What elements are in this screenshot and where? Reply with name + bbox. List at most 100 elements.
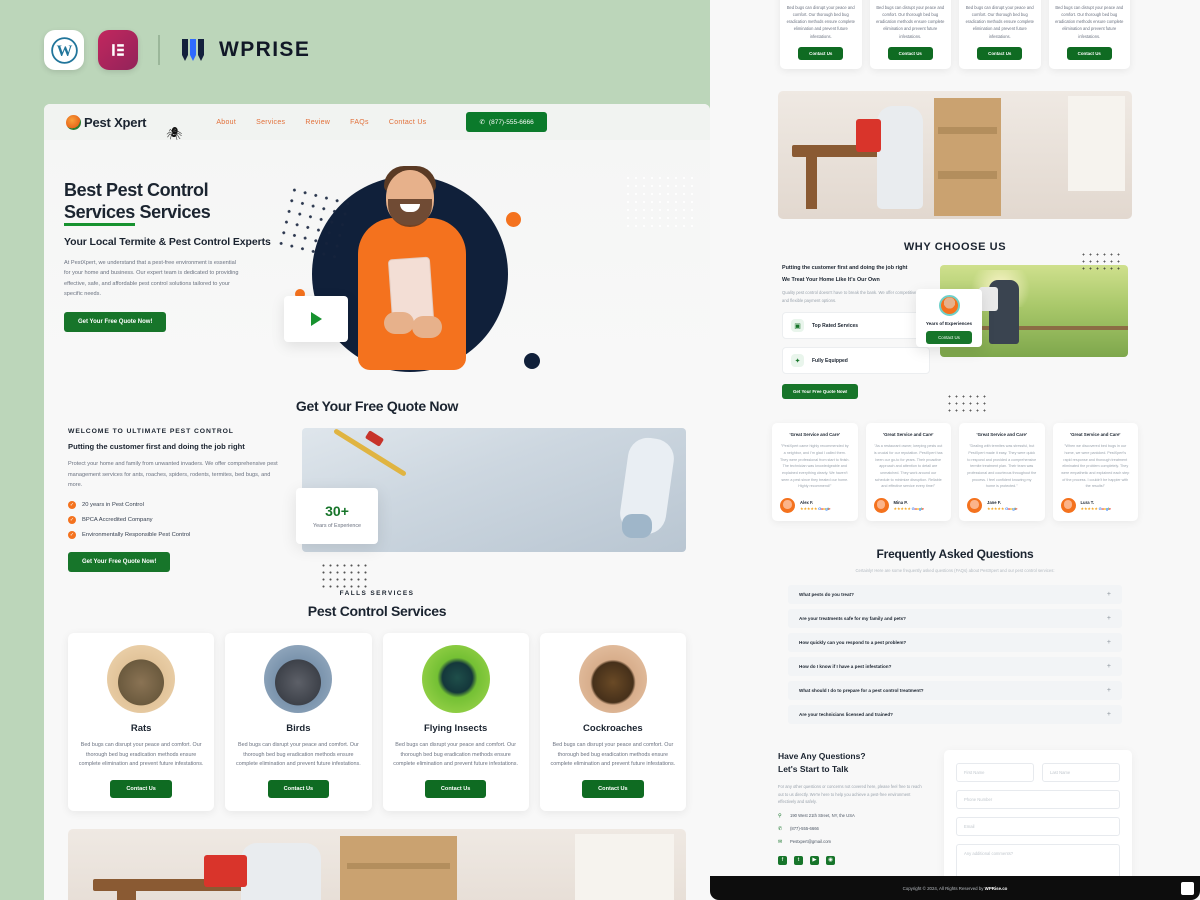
faq-item[interactable]: What pests do you treat? + [788,585,1122,605]
contact-address-row: ⚲ 190 West 21th Street, NY, the USA [778,813,928,819]
quote-subhead: Putting the customer first and doing the… [68,442,245,451]
faq-item[interactable]: Are your technicians licensed and traine… [788,705,1122,725]
hero-copy: Best Pest Control Services Services Your… [64,166,274,380]
contact-title-line2: Let's Start to Talk [778,763,849,774]
faq-item[interactable]: How quickly can you respond to a pest pr… [788,633,1122,653]
service-card-text: Bed bugs can disrupt your peace and comf… [78,741,204,768]
service-contact-button[interactable]: Contact Us [798,46,844,60]
avatar [1060,497,1076,513]
design-preview-right: Rats Bed bugs can disrupt your peace and… [710,0,1200,900]
service-card-cockroaches[interactable]: Cockroaches Bed bugs can disrupt your pe… [1048,0,1130,69]
service-card-text: Bed bugs can disrupt your peace and comf… [786,5,855,39]
header-phone-number: (877)-555-6666 [488,118,534,126]
quote-section-title: Get Your Free Quote Now [295,398,459,414]
brand-bar: W WPRISE [44,30,310,70]
why-choose-us-title: WHY CHOOSE US [903,240,1007,253]
faq-item[interactable]: Are your treatments safe for my family a… [788,609,1122,629]
check-icon: ✓ [68,530,76,539]
scroll-to-top-button[interactable] [1181,882,1194,895]
service-card-text: Bed bugs can disrupt your peace and comf… [393,741,518,768]
testimonial-body: "As a restaurant owner, keeping pests ou… [873,444,943,489]
nav-item-review[interactable]: Review [305,119,330,126]
why-copy: Putting the customer first and doing the… [782,265,930,400]
hero-title-line1: Best Pest Control [64,180,209,200]
contact-address: 190 West 21th Street, NY, the USA [790,813,855,819]
service-contact-button[interactable]: Contact Us [267,780,330,799]
quote-section: Get Your Free Quote Now WELCOME TO ULTIM… [44,380,710,590]
list-item: ✓ 20 years in Pest Control [68,500,286,509]
why-feature-fully-equipped: ✦ Fully Equipped [782,347,930,375]
service-card-flying-insects[interactable]: Flying Insects Bed bugs can disrupt your… [382,632,529,812]
contact-email-row[interactable]: ✉ Pestxpert@gmail.com [778,839,928,845]
avatar [873,497,889,513]
header-phone-button[interactable]: ✆ (877)-555-6666 [466,112,547,132]
service-contact-button[interactable]: Contact Us [887,46,933,60]
faq-item[interactable]: What should I do to prepare for a pest c… [788,681,1122,701]
contact-title: Have Any Questions? Let's Start to Talk [778,750,928,775]
footer-copyright: Copyright © 2024, All Rights Reserved by… [903,886,1008,891]
service-card-birds[interactable]: Birds Bed bugs can disrupt your peace an… [225,632,372,812]
faq-question: Are your treatments safe for my family a… [799,616,906,622]
avatar [938,294,960,316]
hero-section: Best Pest Control Services Services Your… [44,140,710,380]
social-links: f t ▶ ◉ [778,855,928,865]
youtube-icon[interactable]: ▶ [810,855,819,865]
nav-item-faqs[interactable]: FAQs [350,119,369,126]
hero-cta-button[interactable]: Get Your Free Quote Now! [64,312,167,333]
nav-item-services[interactable]: Services [256,119,285,126]
check-icon: ✓ [68,515,76,524]
twitter-icon[interactable]: t [794,855,803,865]
service-card-birds[interactable]: Birds Bed bugs can disrupt your peace an… [869,0,951,69]
service-card-text: Bed bugs can disrupt your peace and comf… [876,5,945,39]
nav-item-contact-us[interactable]: Contact Us [389,119,427,126]
room-shelf [933,98,1001,217]
last-name-input[interactable]: Last Name [1042,763,1120,783]
experience-badge: 30+ Years of Experience [296,488,378,544]
person-hand-left [384,312,414,334]
photo-glove [622,514,652,538]
wprise-mark-icon [180,35,210,65]
star-rating: ★★★★★ [800,505,818,511]
service-card-flying-insects[interactable]: Flying Insects Bed bugs can disrupt your… [959,0,1041,69]
tick-label: BPCA Accredited Company [82,516,153,523]
services-card-list: Rats Bed bugs can disrupt your peace and… [44,632,710,812]
phone-number-input[interactable]: Phone Number [956,790,1120,810]
why-card-contact-button[interactable]: Contact Us [926,330,972,344]
quote-cta-button[interactable]: Get Your Free Quote Now! [68,551,171,572]
service-card-text: Bed bugs can disrupt your peace and comf… [550,741,676,768]
service-card-rats[interactable]: Rats Bed bugs can disrupt your peace and… [68,632,215,812]
google-logo-icon: Google [911,505,924,511]
email-input[interactable]: Email [956,817,1120,837]
instagram-icon[interactable]: ◉ [826,855,835,865]
service-contact-button[interactable]: Contact Us [977,46,1023,60]
room-worker [241,843,322,900]
brand-divider [158,35,160,65]
contact-phone-row[interactable]: ✆ (877)-555-6666 [778,826,928,832]
room-spray-tank [203,855,248,887]
list-item: ✓ BPCA Accredited Company [68,515,286,524]
google-logo-icon: Google [1005,505,1018,511]
site-logo[interactable]: Pest Xpert [66,114,147,130]
testimonial-body: "Dealing with termites was stressful, bu… [967,444,1037,489]
footer-copyright-text: Copyright © 2024, All Rights Reserved by [902,885,985,891]
pest-logo-icon [66,114,81,130]
wordpress-icon: W [44,30,84,70]
nav-item-about[interactable]: About [216,119,236,126]
why-cta-button[interactable]: Get Your Free Quote Now! [782,384,859,400]
testimonial-heading: 'Great Service and Care' [883,432,934,438]
service-contact-button[interactable]: Contact Us [1066,46,1112,60]
google-logo-icon: Google [818,505,831,511]
faq-item[interactable]: How do I know if I have a pest infestati… [788,657,1122,677]
first-name-input[interactable]: First Name [956,763,1034,783]
hero-play-button[interactable] [284,296,348,342]
navy-dot-decoration [524,353,540,369]
service-card-cockroaches[interactable]: Cockroaches Bed bugs can disrupt your pe… [539,632,686,812]
faq-question: How quickly can you respond to a pest pr… [799,640,907,646]
facebook-icon[interactable]: f [778,855,787,865]
service-contact-button[interactable]: Contact Us [110,780,172,799]
field-backpack-sprayer [979,286,999,311]
service-contact-button[interactable]: Contact Us [424,780,487,799]
service-contact-button[interactable]: Contact Us [582,780,644,799]
service-card-rats[interactable]: Rats Bed bugs can disrupt your peace and… [780,0,862,69]
hero-title: Best Pest Control Services Services [64,180,274,226]
